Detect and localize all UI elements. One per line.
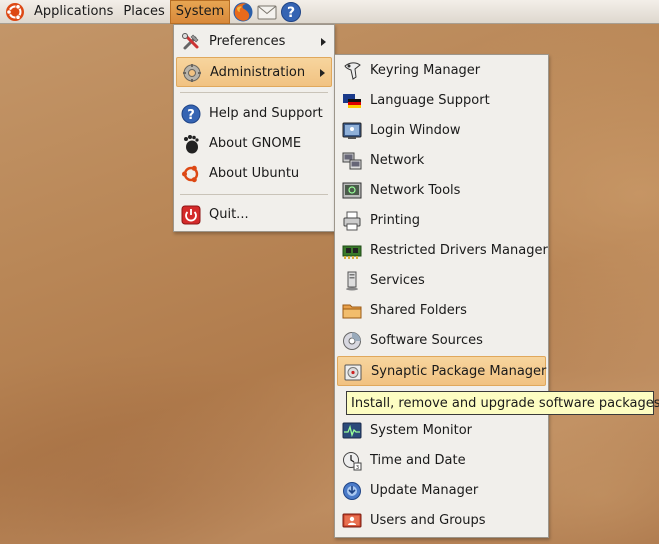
driver-card-icon <box>342 245 362 259</box>
synaptic-tooltip: Install, remove and upgrade software pac… <box>346 391 659 415</box>
menu-item-shared-folders[interactable]: Shared Folders <box>337 296 546 326</box>
places-menu-label: Places <box>123 4 165 19</box>
update-manager-label: Update Manager <box>370 483 479 498</box>
ubuntu-logo-icon[interactable] <box>5 2 25 22</box>
preferences-icon <box>182 33 199 50</box>
quit-icon <box>181 205 201 225</box>
restricted-drivers-manager-label: Restricted Drivers Manager <box>370 243 548 258</box>
menu-item-users-and-groups[interactable]: Users and Groups <box>337 506 546 536</box>
menu-item-system-monitor[interactable]: System Monitor <box>337 416 546 446</box>
login-window-icon <box>342 122 362 139</box>
submenu-arrow-icon <box>321 38 326 46</box>
menu-item-time-and-date[interactable]: 3 Time and Date <box>337 446 546 476</box>
time-date-icon: 3 <box>343 452 362 471</box>
menu-item-administration[interactable]: Administration <box>176 57 332 87</box>
menu-separator <box>180 92 328 93</box>
login-window-label: Login Window <box>370 123 461 138</box>
system-monitor-label: System Monitor <box>370 423 473 438</box>
menu-item-network-tools[interactable]: Network Tools <box>337 176 546 206</box>
menu-separator <box>180 194 328 195</box>
menu-item-restricted-drivers-manager[interactable]: Restricted Drivers Manager <box>337 236 548 266</box>
network-tools-icon <box>342 182 362 199</box>
system-monitor-icon <box>342 422 362 439</box>
quit-label: Quit... <box>209 207 249 222</box>
menu-item-preferences[interactable]: Preferences <box>176 27 332 57</box>
language-flag-icon <box>343 94 361 108</box>
printer-icon <box>343 211 361 231</box>
applications-menu-label: Applications <box>34 4 114 19</box>
menu-item-about-gnome[interactable]: About GNOME <box>176 129 332 159</box>
svg-text:?: ? <box>287 5 295 21</box>
printing-label: Printing <box>370 213 421 228</box>
services-icon <box>346 271 358 291</box>
preferences-label: Preferences <box>209 34 286 49</box>
submenu-arrow-icon <box>320 69 325 77</box>
network-label: Network <box>370 153 425 168</box>
applications-menu[interactable]: Applications <box>29 0 118 24</box>
services-label: Services <box>370 273 425 288</box>
administration-icon <box>183 64 201 82</box>
places-menu[interactable]: Places <box>118 0 169 24</box>
keyring-manager-label: Keyring Manager <box>370 63 481 78</box>
menu-item-printing[interactable]: Printing <box>337 206 546 236</box>
synaptic-icon <box>344 364 362 381</box>
system-menu-label: System <box>175 4 225 19</box>
users-groups-icon <box>342 513 362 528</box>
users-and-groups-label: Users and Groups <box>370 513 486 528</box>
menu-item-synaptic-package-manager[interactable]: Synaptic Package Manager <box>337 356 546 386</box>
menu-item-login-window[interactable]: Login Window <box>337 116 546 146</box>
menu-item-update-manager[interactable]: Update Manager <box>337 476 546 506</box>
help-icon: ? <box>181 104 201 124</box>
update-manager-icon <box>343 482 361 500</box>
keyring-icon <box>344 62 361 80</box>
about-gnome-label: About GNOME <box>209 136 302 151</box>
menu-item-network[interactable]: Network <box>337 146 546 176</box>
network-tools-label: Network Tools <box>370 183 461 198</box>
shared-folder-icon <box>342 304 362 319</box>
tooltip-text: Install, remove and upgrade software pac… <box>351 395 659 411</box>
svg-text:3: 3 <box>356 465 359 471</box>
gnome-foot-icon <box>184 135 199 154</box>
network-icon <box>342 152 362 170</box>
menu-item-keyring-manager[interactable]: Keyring Manager <box>337 56 546 86</box>
software-sources-icon <box>343 332 361 350</box>
menu-item-language-support[interactable]: Language Support <box>337 86 546 116</box>
help-and-support-label: Help and Support <box>209 106 323 121</box>
system-menu[interactable]: System <box>169 0 231 24</box>
mail-icon[interactable] <box>256 1 278 23</box>
synaptic-package-manager-label: Synaptic Package Manager <box>371 364 547 379</box>
about-ubuntu-label: About Ubuntu <box>209 166 300 181</box>
system-dropdown-menu: Preferences Administration ? Help and Su… <box>173 24 335 232</box>
menu-item-software-sources[interactable]: Software Sources <box>337 326 546 356</box>
ubuntu-icon <box>182 165 199 183</box>
menu-item-quit[interactable]: Quit... <box>176 200 332 230</box>
time-and-date-label: Time and Date <box>370 453 466 468</box>
svg-text:?: ? <box>187 108 195 123</box>
administration-submenu: Keyring Manager Language Support Login W… <box>334 54 549 538</box>
menu-item-help-and-support[interactable]: ? Help and Support <box>176 99 332 129</box>
software-sources-label: Software Sources <box>370 333 483 348</box>
help-icon[interactable]: ? <box>280 1 302 23</box>
shared-folders-label: Shared Folders <box>370 303 467 318</box>
administration-label: Administration <box>210 65 306 80</box>
menu-item-about-ubuntu[interactable]: About Ubuntu <box>176 159 332 189</box>
top-panel: Applications Places System ? <box>0 0 659 24</box>
language-support-label: Language Support <box>370 93 490 108</box>
menu-item-services[interactable]: Services <box>337 266 546 296</box>
firefox-icon[interactable] <box>232 1 254 23</box>
